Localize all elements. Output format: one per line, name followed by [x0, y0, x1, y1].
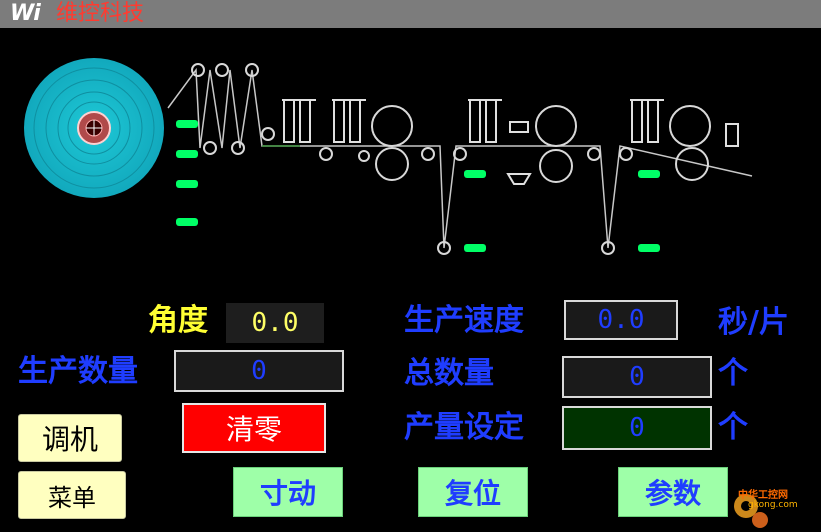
production-speed-label: 生产速度 [404, 303, 524, 338]
output-setting-input[interactable]: 0 [562, 406, 712, 450]
paper-reel [24, 58, 164, 198]
company-logo: Wi [10, 1, 41, 26]
total-qty-unit: 个 [718, 356, 748, 391]
clear-button[interactable]: 清零 [182, 403, 326, 453]
production-qty-value: 0 [174, 350, 344, 392]
params-button[interactable]: 参数 [618, 467, 728, 517]
output-setting-label: 产量设定 [404, 410, 524, 445]
total-qty-label: 总数量 [404, 356, 494, 391]
menu-button[interactable]: 菜单 [18, 471, 126, 519]
machine-diagram [24, 58, 753, 255]
reset-button[interactable]: 复位 [418, 467, 528, 517]
production-qty-label: 生产数量 [18, 354, 138, 389]
watermark-text: 中华工控网 [738, 490, 788, 501]
angle-label: 角度 [148, 303, 208, 338]
company-name: 维控科技 [56, 1, 145, 26]
adjust-button[interactable]: 调机 [18, 414, 122, 462]
output-setting-unit: 个 [718, 410, 748, 445]
title-bar: Wi 维控科技 [0, 0, 821, 28]
watermark-url: gkong.com [748, 500, 798, 510]
rollers [191, 63, 711, 255]
angle-value: 0.0 [226, 303, 324, 343]
production-speed-value: 0.0 [564, 300, 678, 340]
speed-unit-label: 秒/片 [718, 305, 789, 340]
press-units [282, 99, 739, 185]
total-qty-value: 0 [562, 356, 712, 398]
status-indicators [176, 120, 660, 252]
jog-button[interactable]: 寸动 [233, 467, 343, 517]
